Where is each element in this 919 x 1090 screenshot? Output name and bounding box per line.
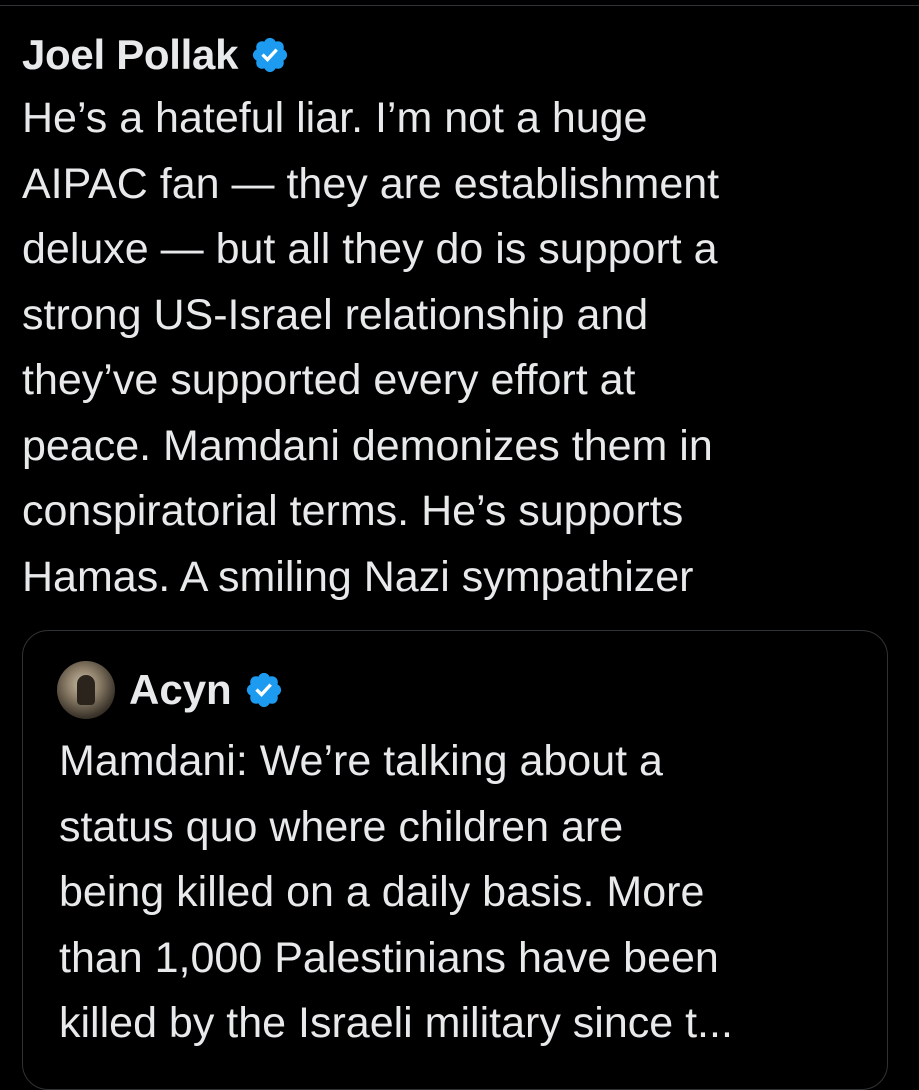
tweet-text-line: peace. Mamdani demonizes them in xyxy=(22,421,713,470)
avatar-icon[interactable] xyxy=(57,661,115,719)
quoted-tweet-card[interactable]: Acyn Mamdani: We’re talking about a stat… xyxy=(22,630,888,1090)
tweet-author-name[interactable]: Joel Pollak xyxy=(22,31,238,79)
quoted-tweet-text-line: status quo where children are xyxy=(59,802,624,851)
verified-badge-icon xyxy=(246,672,281,708)
tweet-text-line: He’s a hateful liar. I’m not a huge xyxy=(22,94,648,142)
tweet-text-line: conspiratorial terms. He’s supports xyxy=(22,487,684,535)
quoted-tweet-text-line: Mamdani: We’re talking about a xyxy=(59,737,663,785)
tweet[interactable]: Joel Pollak He’s a hateful liar. I’m not… xyxy=(22,26,892,610)
verified-badge-icon xyxy=(253,37,288,73)
quoted-tweet-author-name[interactable]: Acyn xyxy=(129,666,232,714)
tweet-text-line: Hamas. A smiling Nazi sympathizer xyxy=(22,552,694,601)
quoted-tweet-text-line: than 1,000 Palestinians have been xyxy=(59,933,719,982)
tweet-author-row: Joel Pollak xyxy=(22,26,892,84)
tweet-text-line: deluxe — but all they do is support a xyxy=(22,225,718,273)
quoted-tweet-text: Mamdani: We’re talking about a status qu… xyxy=(59,729,869,1057)
tweet-text-line: strong US-Israel relationship and xyxy=(22,290,649,339)
quoted-tweet-text-line: being killed on a daily basis. More xyxy=(59,868,705,916)
top-divider xyxy=(0,5,919,6)
tweet-text-line: they’ve supported every effort at xyxy=(22,356,636,404)
quoted-tweet-header: Acyn xyxy=(57,661,284,719)
tweet-text-line: AIPAC fan — they are establishment xyxy=(22,159,720,208)
tweet-text: He’s a hateful liar. I’m not a huge AIPA… xyxy=(22,86,882,610)
quoted-tweet-text-line: killed by the Israeli military since t..… xyxy=(59,999,733,1047)
